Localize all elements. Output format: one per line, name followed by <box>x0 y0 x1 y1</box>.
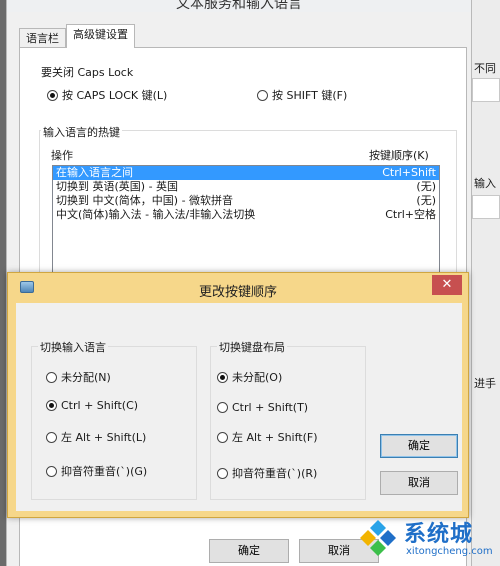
lang-option-ctrl-shift[interactable]: Ctrl + Shift(C) <box>46 399 138 412</box>
clipped-field <box>472 195 500 219</box>
table-row[interactable]: 切换到 中文(简体，中国) - 微软拼音 (无) <box>53 194 439 208</box>
radio-unselected-icon[interactable] <box>217 431 228 443</box>
radio-unselected-icon[interactable] <box>46 465 57 477</box>
caps-lock-key-option[interactable]: 按 CAPS LOCK 键(L) <box>47 87 167 103</box>
shift-key-option[interactable]: 按 SHIFT 键(F) <box>257 87 347 103</box>
radio-unselected-icon[interactable] <box>217 402 228 413</box>
radio-unselected-icon[interactable] <box>46 431 57 443</box>
lang-option-unassigned[interactable]: 未分配(N) <box>46 369 111 385</box>
watermark-url: xitongcheng.com <box>406 546 493 557</box>
lang-option-grave-accent[interactable]: 抑音符重音(`)(G) <box>46 463 147 479</box>
layout-option-left-alt-shift[interactable]: 左 Alt + Shift(F) <box>217 429 318 445</box>
radio-unselected-icon[interactable] <box>257 89 268 101</box>
outer-window-title: 文本服务和输入语言 <box>176 0 302 12</box>
switch-layout-group: 切换键盘布局 未分配(O) Ctrl + Shift(T) 左 Alt + Sh… <box>210 339 366 500</box>
watermark-brand: 系统城 <box>404 522 474 547</box>
change-key-sequence-dialog: 更改按键顺序 ✕ 切换输入语言 未分配(N) Ctrl + Shift(C) 左… <box>7 272 469 518</box>
clipped-text: 输入 <box>474 177 496 190</box>
hotkeys-section-label: 输入语言的热键 <box>41 124 122 140</box>
switch-language-label: 切换输入语言 <box>38 339 108 355</box>
layout-option-grave-accent[interactable]: 抑音符重音(`)(R) <box>217 465 317 481</box>
lang-option-left-alt-shift[interactable]: 左 Alt + Shift(L) <box>46 429 146 445</box>
switch-layout-label: 切换键盘布局 <box>217 339 287 355</box>
table-row[interactable]: 切换到 英语(英国) - 英国 (无) <box>53 180 439 194</box>
xitongcheng-logo-icon <box>360 520 396 556</box>
close-icon[interactable]: ✕ <box>432 275 462 295</box>
column-header-key-sequence: 按键顺序(K) <box>369 149 429 162</box>
caps-lock-key-label: 按 CAPS LOCK 键(L) <box>62 89 168 102</box>
watermark: 系统城 xitongcheng.com <box>350 510 500 566</box>
hotkey-list[interactable]: 在输入语言之间 Ctrl+Shift 切换到 英语(英国) - 英国 (无) 切… <box>52 165 440 275</box>
radio-selected-icon[interactable] <box>217 371 228 383</box>
dialog-ok-button[interactable]: 确定 <box>380 434 458 458</box>
clipped-text: 不同 <box>474 62 496 75</box>
clipped-text: 进手 <box>474 377 496 390</box>
radio-unselected-icon[interactable] <box>217 467 228 479</box>
layout-option-unassigned[interactable]: 未分配(O) <box>217 369 282 385</box>
table-row[interactable]: 在输入语言之间 Ctrl+Shift <box>53 166 439 180</box>
layout-option-ctrl-shift[interactable]: Ctrl + Shift(T) <box>217 401 308 414</box>
column-header-action: 操作 <box>51 149 73 162</box>
background-window-right: 不同 输入 进手 <box>472 0 500 566</box>
radio-unselected-icon[interactable] <box>46 371 57 383</box>
dialog-title-bar[interactable]: 更改按键顺序 ✕ <box>8 273 468 303</box>
dialog-cancel-button[interactable]: 取消 <box>380 471 458 495</box>
dialog-body: 切换输入语言 未分配(N) Ctrl + Shift(C) 左 Alt + Sh… <box>16 303 462 511</box>
outer-title-bar: 文本服务和输入语言 <box>7 0 471 12</box>
radio-selected-icon[interactable] <box>46 400 57 411</box>
tab-advanced-key-settings[interactable]: 高级键设置 <box>66 24 135 48</box>
outer-ok-button[interactable]: 确定 <box>209 539 289 563</box>
dialog-title: 更改按键顺序 <box>198 285 277 300</box>
switch-language-group: 切换输入语言 未分配(N) Ctrl + Shift(C) 左 Alt + Sh… <box>31 339 197 500</box>
radio-selected-icon[interactable] <box>47 89 58 101</box>
clipped-field <box>472 78 500 102</box>
shift-key-label: 按 SHIFT 键(F) <box>272 89 348 102</box>
table-row[interactable]: 中文(简体)输入法 - 输入法/非输入法切换 Ctrl+空格 <box>53 208 439 222</box>
caps-lock-section-label: 要关闭 Caps Lock <box>41 66 134 79</box>
